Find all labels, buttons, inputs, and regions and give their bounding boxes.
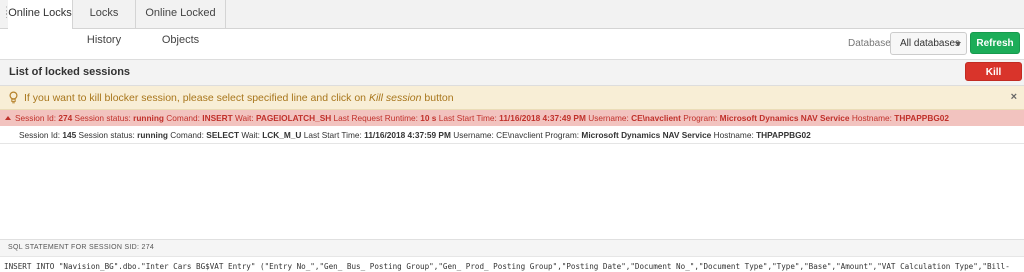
panel-header: List of locked sessions [0,59,1024,86]
database-select-value: All databases [900,38,961,49]
session-row-text: Session Id: 145 Session status: running … [19,130,811,140]
sql-statement-text: INSERT INTO "Navision_BG".dbo."Inter Car… [4,262,1010,271]
collapse-arrow-icon[interactable] [5,116,11,120]
table-row[interactable]: Session Id: 274 Session status: running … [0,110,1024,126]
refresh-button[interactable]: Refresh [970,32,1020,54]
tab-online-locks[interactable]: Online Locks [8,0,73,29]
drag-handle-icon[interactable]: ⋮ ⋮ [2,6,11,20]
tab-online-locked-objects[interactable]: Online Locked Objects [136,0,226,46]
toolbar: Database: All databases [0,29,1024,59]
sql-statement-header: SQL STATEMENT FOR SESSION SID: 274 [0,239,1024,257]
sql-statement-title: SQL STATEMENT FOR SESSION SID: 274 [8,244,155,251]
alert-message: If you want to kill blocker session, ple… [24,92,454,104]
info-alert: If you want to kill blocker session, ple… [0,86,1024,110]
kill-session-button[interactable]: Kill session [965,62,1022,97]
table-row[interactable]: Session Id: 145 Session status: running … [0,127,1024,144]
tab-bar: ⋮ ⋮ Online Locks Locks History Online Loc… [0,0,1024,46]
chevron-down-icon [955,42,961,46]
panel-title: List of locked sessions [9,66,131,78]
close-icon[interactable]: × [1011,91,1017,103]
lightbulb-icon [9,91,18,104]
tab-locks-history[interactable]: Locks History [73,0,136,46]
database-select[interactable]: All databases [890,32,967,55]
database-label: Database: [848,38,894,49]
session-row-text: Session Id: 274 Session status: running … [15,113,950,123]
